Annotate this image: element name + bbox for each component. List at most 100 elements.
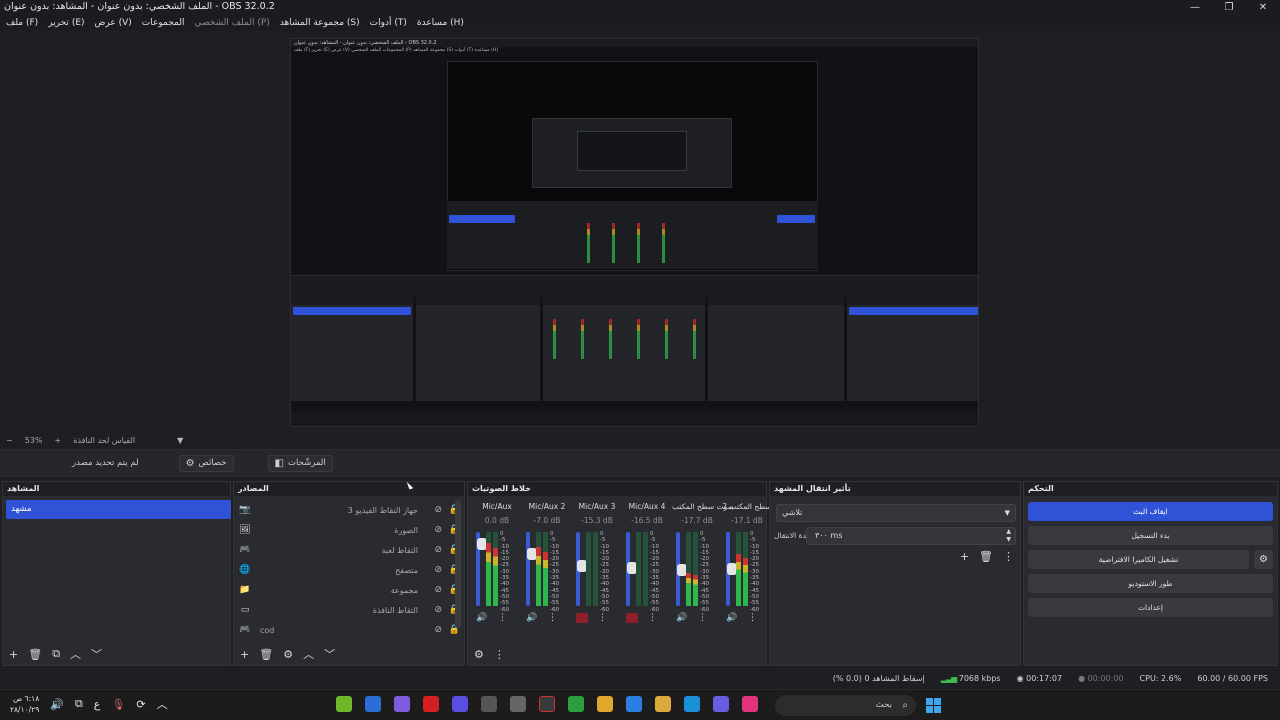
channel-menu-icon[interactable]: ⋮ [698,613,707,623]
scene-item[interactable]: مشهد [6,500,231,519]
preview-area[interactable]: الملف الشخصي: بدون عنوان - المشاهد: بدون… [0,31,1280,433]
remove-source-button[interactable]: 🗑 [259,648,273,661]
files-icon[interactable] [655,696,671,712]
start-button[interactable] [926,698,941,713]
source-item[interactable]: ▭ التقاط النافذة ⊘ 🔒 [238,601,464,619]
visibility-icon[interactable]: ⊘ [434,545,442,555]
channel-menu-icon[interactable]: ⋮ [648,613,657,623]
channel-menu-icon[interactable]: ⋮ [598,613,607,623]
mute-button[interactable]: 🔊 [726,613,738,623]
menu-help[interactable]: مساعدة (H) [417,18,464,28]
chrome-icon[interactable] [597,696,613,712]
studio-mode-button[interactable]: طور الاستوديو [1028,574,1273,593]
start-recording-button[interactable]: بدء التسجيل [1028,526,1273,545]
volume-slider[interactable] [476,532,487,606]
sync-icon[interactable]: ⟳ [136,698,145,711]
discord-icon[interactable] [394,696,410,712]
volume-slider[interactable] [576,532,587,606]
settings-icon[interactable] [510,696,526,712]
remove-transition-button[interactable]: 🗑 [979,550,993,563]
menu-tools[interactable]: أدوات (T) [370,18,407,28]
minimize-button[interactable]: — [1178,0,1212,15]
tiktok-icon[interactable] [742,696,758,712]
source-item[interactable]: 🎮 التقاط لعبة ⊘ 🔒 [238,541,464,559]
move-source-down-button[interactable]: ﹀ [324,646,335,662]
visibility-icon[interactable]: ⊘ [434,565,442,575]
chevron-up-icon[interactable]: ︿ [157,696,168,712]
volume-slider[interactable] [526,532,537,606]
source-item[interactable]: 🌐 متصفح ⊘ 🔒 [238,561,464,579]
scene-filters-button[interactable]: ⧉ [52,647,60,661]
visibility-icon[interactable]: ⊘ [434,505,442,515]
copilot-icon[interactable] [713,696,729,712]
channel-menu-icon[interactable]: ⋮ [498,613,507,623]
move-scene-down-button[interactable]: ﹀ [91,646,102,662]
virtual-camera-button[interactable]: تشغيل الكاميرا الافتراضية [1028,550,1249,569]
visibility-icon[interactable]: ⊘ [434,605,442,615]
volume-slider[interactable] [726,532,737,606]
volume-icon[interactable]: 🔊 [50,698,64,711]
source-properties-button[interactable]: ⚙ [283,648,293,661]
mic-icon[interactable]: 🎙 [111,698,125,711]
transition-menu-button[interactable]: ⋮ [1003,550,1014,563]
mute-button[interactable] [576,613,588,623]
mute-button[interactable]: 🔊 [476,613,488,623]
menu-edit[interactable]: تحرير (E) [48,18,84,28]
menu-collections[interactable]: المجموعات [142,18,185,28]
mute-button[interactable] [626,613,638,623]
obs-icon[interactable] [481,696,497,712]
edge-icon[interactable] [684,696,700,712]
mute-button[interactable]: 🔊 [676,613,688,623]
obs-active-icon[interactable] [539,696,555,712]
clock[interactable]: ٦:١٨ ص ٢٨/١٠/٢٩ [10,693,39,715]
channel-menu-icon[interactable]: ⋮ [748,613,757,623]
app-icon[interactable] [452,696,468,712]
display-icon[interactable]: ⧉ [75,697,83,711]
menu-profile[interactable]: الملف الشخصي (P) [195,18,270,28]
volume-slider[interactable] [626,532,637,606]
stop-stream-button[interactable]: ايقاف البث [1028,502,1273,521]
visibility-icon[interactable]: ⊘ [434,585,442,595]
duration-input[interactable]: ٣٠٠ ms ▲ ▼ [806,527,1016,545]
settings-button[interactable]: إعدادات [1028,598,1273,617]
source-item[interactable]: 🎮 cod ⊘ 🔒 [238,621,464,639]
menu-scene-collection[interactable]: مجموعة المشاهد (S) [280,18,360,28]
spinner-icon[interactable]: ▲ ▼ [1006,528,1011,544]
add-scene-button[interactable]: + [9,648,18,661]
add-transition-button[interactable]: + [960,550,969,563]
menu-view[interactable]: عرض (V) [95,18,132,28]
xbox-icon[interactable] [568,696,584,712]
source-item[interactable]: 📷 جهاز التقاط الفيديو 3 ⊘ 🔒 [238,501,464,519]
taskbar-search[interactable]: بحث ⌕ [775,695,916,716]
virtual-camera-settings-button[interactable]: ⚙ [1254,550,1273,569]
sources-scrollbar[interactable] [455,500,461,628]
add-source-button[interactable]: + [240,648,249,661]
source-item[interactable]: 📁 مجموعة ⊘ 🔒 [238,581,464,599]
visibility-icon[interactable]: ⊘ [434,525,442,535]
zoom-out-button[interactable]: − [6,436,13,445]
transition-select[interactable]: تلاشي ▼ [776,504,1016,522]
properties-button[interactable]: ⚙ خصائص [178,454,234,472]
nvidia-icon[interactable] [336,696,352,712]
source-item[interactable]: 🖼 الصورة ⊘ 🔒 [238,521,464,539]
move-source-up-button[interactable]: ︿ [303,646,314,662]
mute-button[interactable]: 🔊 [526,613,538,623]
move-scene-up-button[interactable]: ︿ [70,646,81,662]
zoom-mode[interactable]: القياس لحد النافذة [73,436,135,445]
zoom-dropdown-icon[interactable]: ▼ [177,436,183,445]
volume-slider[interactable] [676,532,687,606]
menu-file[interactable]: ملف (F) [6,18,38,28]
mixer-settings-button[interactable]: ⚙ [474,648,484,661]
mixer-menu-button[interactable]: ⋮ [494,648,505,661]
language-indicator[interactable]: ع [94,698,101,711]
close-button[interactable]: ✕ [1246,0,1280,15]
zoom-in-button[interactable]: + [54,436,61,445]
maximize-button[interactable]: ❐ [1212,0,1246,15]
remove-scene-button[interactable]: 🗑 [28,648,42,661]
channel-menu-icon[interactable]: ⋮ [548,613,557,623]
security-icon[interactable] [365,696,381,712]
filters-button[interactable]: ◧ المرشّحات [267,454,333,472]
netflix-icon[interactable] [423,696,439,712]
visibility-icon[interactable]: ⊘ [434,625,442,635]
store-icon[interactable] [626,696,642,712]
